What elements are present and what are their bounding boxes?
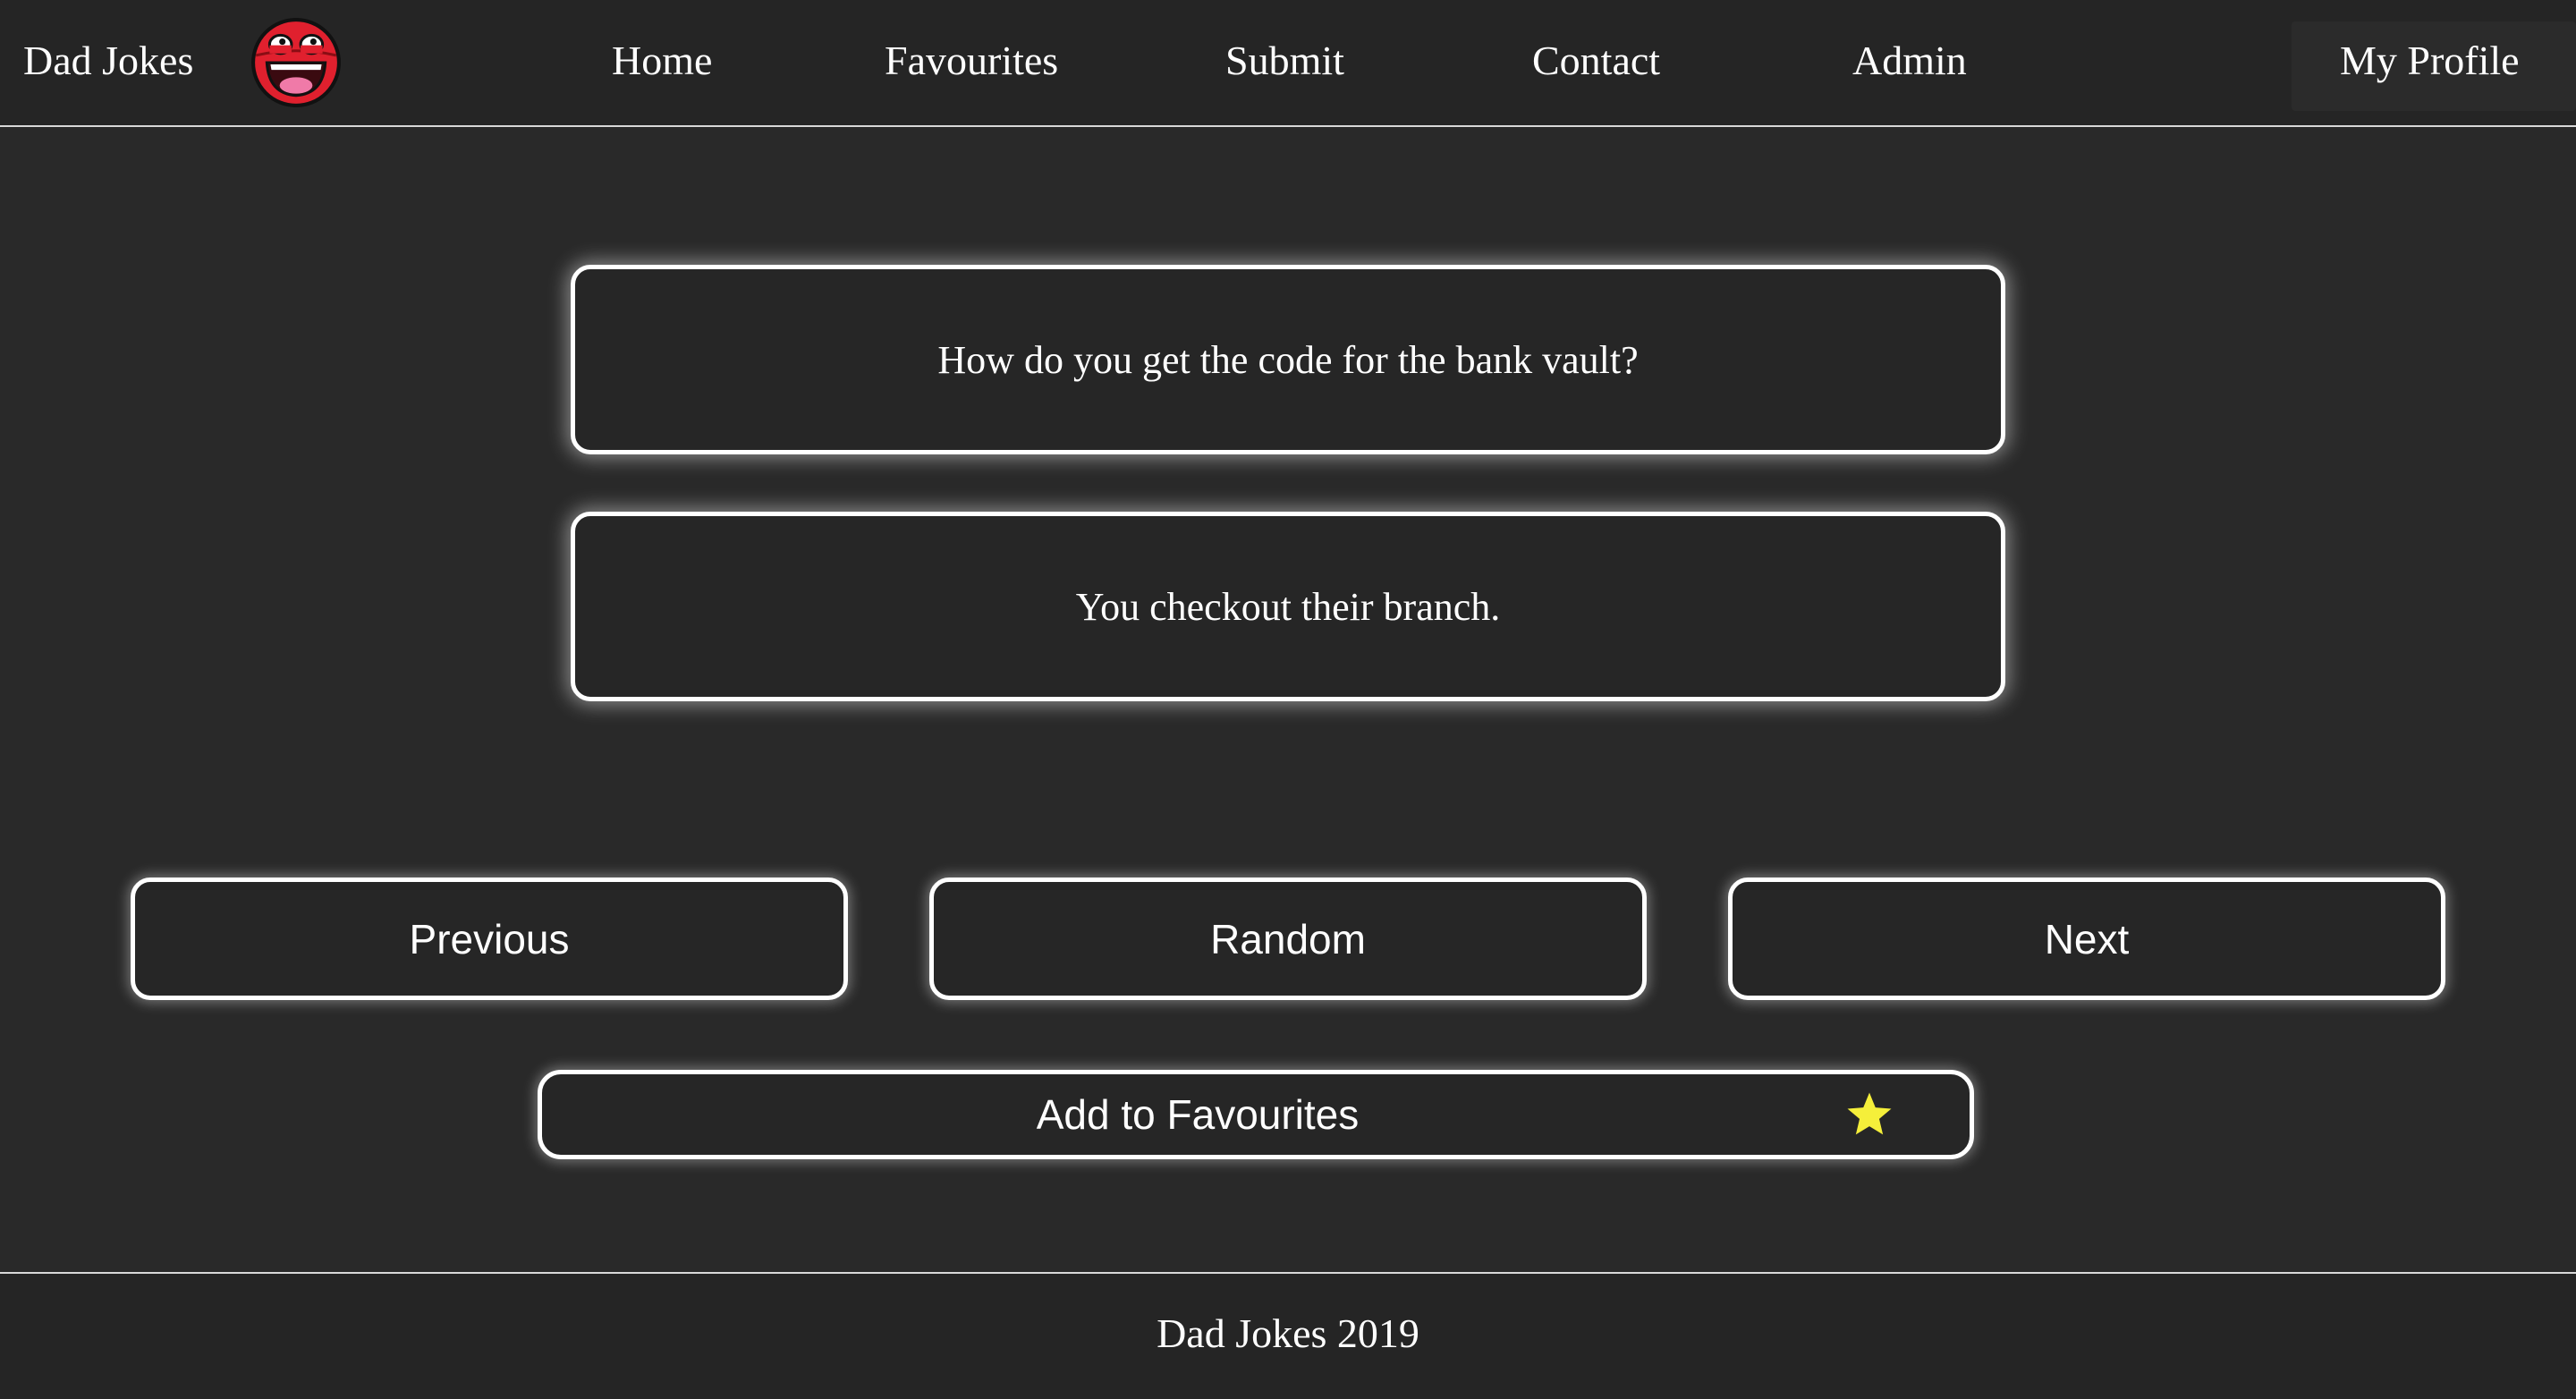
nav-admin[interactable]: Admin bbox=[1852, 0, 1967, 125]
next-button[interactable]: Next bbox=[1728, 878, 2445, 1000]
nav-home[interactable]: Home bbox=[612, 0, 712, 125]
add-to-favourites-label: Add to Favourites bbox=[1036, 1091, 1360, 1138]
previous-button[interactable]: Previous bbox=[131, 878, 848, 1000]
star-icon bbox=[1847, 1092, 1892, 1135]
joke-answer-text: You checkout their branch. bbox=[1075, 584, 1501, 629]
nav-my-profile[interactable]: My Profile bbox=[2340, 21, 2520, 100]
top-navbar: Dad Jokes Home Favourites Submit Contact… bbox=[0, 0, 2576, 127]
grinning-face-logo-icon[interactable] bbox=[250, 17, 342, 108]
joke-question-card: How do you get the code for the bank vau… bbox=[571, 265, 2005, 454]
joke-question-text: How do you get the code for the bank vau… bbox=[937, 337, 1639, 382]
nav-favourites[interactable]: Favourites bbox=[885, 0, 1058, 125]
add-to-favourites-button[interactable]: Add to Favourites bbox=[538, 1070, 1974, 1159]
nav-contact[interactable]: Contact bbox=[1532, 0, 1660, 125]
joke-answer-card: You checkout their branch. bbox=[571, 512, 2005, 701]
brand-title[interactable]: Dad Jokes bbox=[23, 0, 193, 125]
random-button[interactable]: Random bbox=[929, 878, 1647, 1000]
footer: Dad Jokes 2019 bbox=[0, 1272, 2576, 1399]
nav-submit[interactable]: Submit bbox=[1225, 0, 1344, 125]
footer-text: Dad Jokes 2019 bbox=[1157, 1310, 1419, 1356]
profile-menu[interactable]: My Profile bbox=[2292, 21, 2576, 111]
